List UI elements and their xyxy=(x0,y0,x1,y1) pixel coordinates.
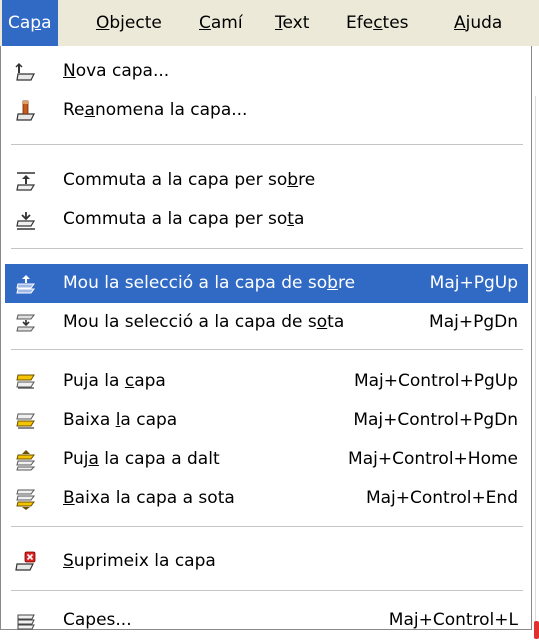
menu-item-baixa-capa-sota[interactable]: Baixa la capa a sota Maj+Control+End xyxy=(5,479,528,518)
delete-layer-icon xyxy=(15,551,36,571)
lower-layer-icon xyxy=(16,413,35,429)
menu-item-label: Commuta a la capa per sota xyxy=(63,209,305,229)
menu-item-shortcut: Maj+Control+L xyxy=(388,610,518,630)
menu-item-puja-capa[interactable]: Puja la capa Maj+Control+PgUp xyxy=(5,362,528,401)
menu-item-label: Capes... xyxy=(63,610,132,630)
switch-layer-above-icon xyxy=(16,172,36,191)
menu-item-label: Mou la selecció a la capa de sota xyxy=(63,312,345,332)
rename-layer-icon xyxy=(16,100,35,121)
menu-label-mnemonic: c xyxy=(373,13,383,33)
menu-label-post: tes xyxy=(382,13,409,33)
menu-item-shortcut: Maj+Control+Home xyxy=(348,449,518,469)
background-red-marker xyxy=(534,621,539,639)
menu-item-shortcut: Maj+Control+End xyxy=(365,488,518,508)
menu-item-label: Suprimeix la capa xyxy=(63,551,216,571)
raise-layer-icon xyxy=(16,374,35,389)
layers-dialog-icon xyxy=(17,614,35,630)
menu-item-nova-capa[interactable]: Nova capa... xyxy=(5,52,528,91)
menu-item-mou-seleccio-sobre[interactable]: Mou la selecció a la capa de sobre Maj+P… xyxy=(5,264,528,303)
window-border xyxy=(535,96,536,636)
menu-item-label: Puja la capa a dalt xyxy=(63,449,220,469)
capa-dropdown-menu: Nova capa... Reanomena la capa... Commut… xyxy=(0,46,532,630)
menu-item-label: Nova capa... xyxy=(63,61,170,81)
menu-label-post: a xyxy=(41,13,52,33)
switch-layer-below-icon xyxy=(16,212,36,230)
menu-label-post: amí xyxy=(210,13,243,33)
background-window-edge xyxy=(532,46,539,639)
menu-separator xyxy=(11,248,523,249)
menu-label-mnemonic: T xyxy=(275,13,283,33)
menu-item-capes[interactable]: Capes... Maj+Control+L xyxy=(5,601,528,640)
menu-label-mnemonic: O xyxy=(96,13,110,33)
move-selection-down-icon xyxy=(16,314,35,332)
menu-capa[interactable]: Capa xyxy=(2,0,58,46)
menu-item-shortcut: Maj+Control+PgUp xyxy=(353,371,518,391)
menu-label-mnemonic: C xyxy=(199,13,211,33)
menu-item-baixa-capa[interactable]: Baixa la capa Maj+Control+PgDn xyxy=(5,401,528,440)
menu-item-label: Commuta a la capa per sobre xyxy=(63,170,316,190)
menu-item-label: Baixa la capa xyxy=(63,410,178,430)
menu-efectes[interactable]: Efectes xyxy=(340,0,415,46)
menu-label-post: juda xyxy=(465,13,503,33)
menu-label-post: bjecte xyxy=(109,13,162,33)
menu-item-suprimeix-capa[interactable]: Suprimeix la capa xyxy=(5,542,528,581)
menu-item-shortcut: Maj+Control+PgDn xyxy=(353,410,518,430)
menu-item-shortcut: Maj+PgUp xyxy=(429,273,518,293)
layer-to-top-icon xyxy=(16,450,36,471)
menu-item-reanomena-capa[interactable]: Reanomena la capa... xyxy=(5,91,528,130)
menu-label-mnemonic: p xyxy=(30,13,42,33)
menu-bar: Capa Objecte Camí Text Efectes Ajuda xyxy=(0,0,539,46)
menu-label-mnemonic: A xyxy=(454,13,466,33)
menu-ajuda[interactable]: Ajuda xyxy=(448,0,508,46)
menu-item-label: Puja la capa xyxy=(63,371,166,391)
menu-separator xyxy=(11,349,523,350)
layer-to-bottom-icon xyxy=(16,489,35,510)
menu-item-label: Baixa la capa a sota xyxy=(63,488,235,508)
move-selection-up-icon xyxy=(16,275,35,294)
menu-item-label: Reanomena la capa... xyxy=(63,100,248,120)
menu-item-commuta-sobre[interactable]: Commuta a la capa per sobre xyxy=(5,161,528,200)
menu-cami[interactable]: Camí xyxy=(193,0,249,46)
menu-item-mou-seleccio-sota[interactable]: Mou la selecció a la capa de sota Maj+Pg… xyxy=(5,303,528,342)
menu-separator xyxy=(11,526,523,527)
new-layer-icon xyxy=(15,62,35,81)
menu-label-pre: Efe xyxy=(346,13,374,33)
menu-text[interactable]: Text xyxy=(269,0,315,46)
menu-item-puja-capa-dalt[interactable]: Puja la capa a dalt Maj+Control+Home xyxy=(5,440,528,479)
menu-item-label: Mou la selecció a la capa de sobre xyxy=(63,273,356,293)
menu-separator xyxy=(11,144,523,145)
menu-label-post: ext xyxy=(282,13,310,33)
menu-item-shortcut: Maj+PgDn xyxy=(429,312,518,332)
menu-label-pre: Ca xyxy=(8,13,31,33)
menu-item-commuta-sota[interactable]: Commuta a la capa per sota xyxy=(5,200,528,239)
menu-objecte[interactable]: Objecte xyxy=(90,0,168,46)
menu-separator xyxy=(11,590,523,591)
